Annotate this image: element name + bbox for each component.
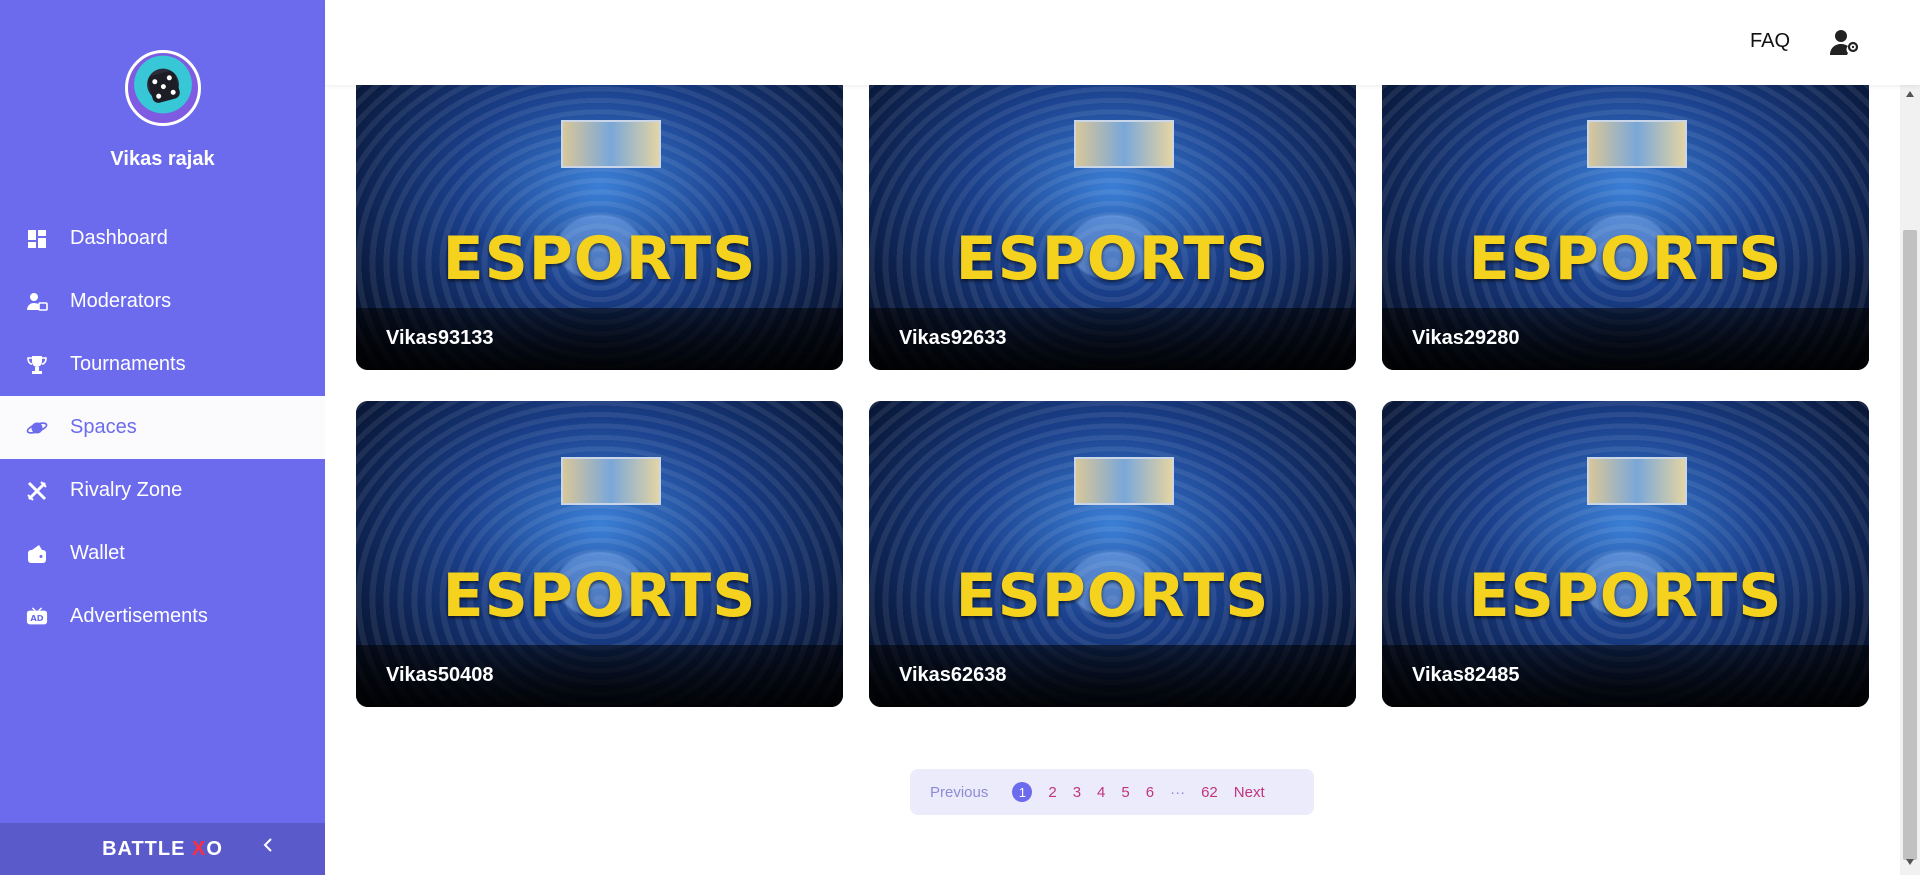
profile: Vikas rajak [0,0,325,171]
sidebar-footer: BATTLE XO [0,823,325,875]
space-card[interactable]: ESPORTS Vikas92633 [869,64,1356,370]
brand-part: O [206,837,223,860]
pagination-page-current[interactable]: 1 [1012,782,1033,802]
sidebar-item-label: Dashboard [70,227,168,249]
collapse-sidebar-icon[interactable] [261,835,275,861]
ad-icon: AD [26,606,48,628]
trophy-icon [26,354,48,376]
brand-part: X [192,837,207,860]
svg-text:AD: AD [30,613,43,623]
top-header: FAQ [325,0,1920,85]
scroll-up-arrow-icon[interactable] [1906,91,1914,97]
arena-screen [1074,457,1174,505]
space-card[interactable]: ESPORTS Vikas50408 [356,401,843,707]
moderators-icon [26,291,48,313]
image-esports-text: ESPORTS [1468,561,1783,631]
space-card-title: Vikas93133 [386,327,494,349]
sidebar-item-label: Spaces [70,416,137,438]
pagination-ellipsis: ··· [1170,783,1186,801]
sidebar-item-advertisements[interactable]: AD Advertisements [0,585,325,648]
space-card-title: Vikas62638 [899,664,1007,686]
space-card[interactable]: ESPORTS Vikas29280 [1382,64,1869,370]
pagination-page-last[interactable]: 62 [1201,784,1218,801]
brand-logo[interactable]: BATTLE XO [102,838,223,861]
sidebar-item-label: Advertisements [70,605,208,627]
user-settings-icon[interactable] [1830,28,1860,56]
dashboard-icon [26,228,48,250]
faq-link[interactable]: FAQ [1750,30,1790,53]
sidebar-item-label: Moderators [70,290,172,312]
wallet-icon [26,543,48,565]
sidebar-item-spaces[interactable]: Spaces [0,396,325,459]
space-card[interactable]: ESPORTS Vikas82485 [1382,401,1869,707]
sidebar-item-label: Rivalry Zone [70,479,183,501]
sidebar-item-label: Tournaments [70,353,186,375]
sidebar-item-label: Wallet [70,542,125,564]
space-card-title: Vikas92633 [899,327,1007,349]
image-esports-text: ESPORTS [442,224,757,294]
image-esports-text: ESPORTS [955,224,1270,294]
pagination-page[interactable]: 2 [1048,784,1056,801]
image-esports-text: ESPORTS [955,561,1270,631]
arena-screen [1587,457,1687,505]
avatar[interactable] [124,50,201,126]
pagination-page[interactable]: 6 [1146,784,1154,801]
sidebar-item-rivalry-zone[interactable]: Rivalry Zone [0,459,325,522]
pagination: Previous 1 2 3 4 5 6 ··· 62 Next [910,769,1314,815]
sidebar-nav: Dashboard Moderators Tournaments Spaces … [0,207,325,648]
pagination-page[interactable]: 5 [1121,784,1129,801]
pagination-page[interactable]: 4 [1097,784,1105,801]
image-esports-text: ESPORTS [1468,224,1783,294]
pagination-previous[interactable]: Previous [930,784,988,801]
pagination-next[interactable]: Next [1234,784,1265,801]
space-card[interactable]: ESPORTS Vikas93133 [356,64,843,370]
spaces-grid: ESPORTS Vikas93133 ESPORTS Vikas92633 ES… [325,0,1900,875]
sidebar-item-moderators[interactable]: Moderators [0,270,325,333]
arena-screen [1074,120,1174,168]
username: Vikas rajak [110,148,215,170]
space-card-title: Vikas29280 [1412,327,1520,349]
image-esports-text: ESPORTS [442,561,757,631]
space-card[interactable]: ESPORTS Vikas62638 [869,401,1356,707]
space-card-title: Vikas50408 [386,664,494,686]
space-card-title: Vikas82485 [1412,664,1520,686]
scrollbar-thumb[interactable] [1903,230,1917,860]
sidebar-item-dashboard[interactable]: Dashboard [0,207,325,270]
scroll-down-arrow-icon[interactable] [1906,859,1914,865]
crossed-swords-icon [26,480,48,502]
sidebar: Vikas rajak Dashboard Moderators Tournam… [0,0,325,875]
brand-part: BATTLE [102,837,186,860]
dice-icon [146,69,181,105]
sidebar-item-tournaments[interactable]: Tournaments [0,333,325,396]
arena-screen [561,120,661,168]
vertical-scrollbar[interactable] [1900,85,1920,875]
arena-screen [561,457,661,505]
sidebar-item-wallet[interactable]: Wallet [0,522,325,585]
arena-screen [1587,120,1687,168]
planet-icon [26,417,48,439]
pagination-page[interactable]: 3 [1073,784,1081,801]
